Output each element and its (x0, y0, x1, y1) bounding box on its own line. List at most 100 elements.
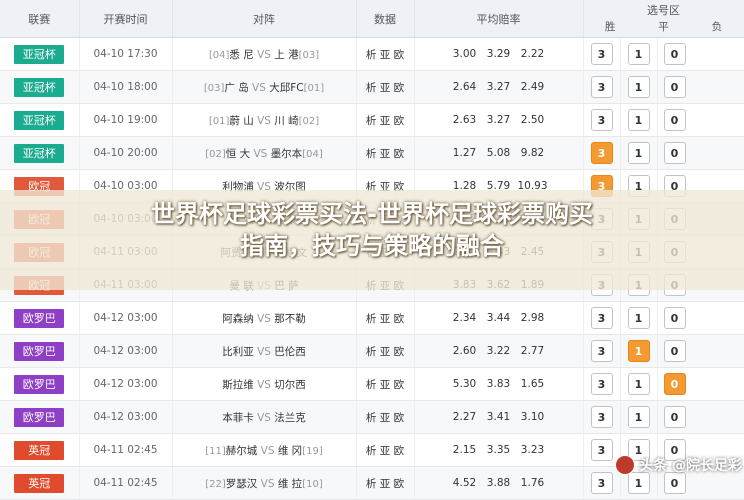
home-team[interactable]: 蔚 山 (229, 115, 253, 127)
away-team[interactable]: 川 崎 (274, 115, 298, 127)
vs-label: VS (257, 312, 271, 325)
data-links[interactable]: 析 亚 欧 (356, 70, 415, 104)
odds-win: 3.00 (452, 48, 477, 60)
select-loss-button[interactable]: 0 (663, 340, 686, 362)
match-pair: [04]悉 尼 VS 上 港[03] (172, 37, 357, 71)
away-team[interactable]: 法兰克 (274, 412, 306, 424)
vs-label: VS (260, 444, 275, 457)
away-team[interactable]: 那不勒 (274, 313, 306, 325)
data-links[interactable]: 析 亚 欧 (356, 103, 415, 137)
match-time: 04-10 18:00 (79, 70, 173, 104)
table-row[interactable]: 欧罗巴 04-12 03:00 斯拉维 VS 切尔西析 亚 欧 5.30 3.83 1.6… (0, 367, 744, 401)
table-row[interactable]: 亚冠杯 04-10 18:00 [03]广 岛 VS 大邱FC[01] 析 亚 欧 2.… (0, 70, 744, 104)
avg-odds: 2.60 3.22 2.77 (414, 334, 584, 368)
away-team[interactable]: 维 冈 (278, 445, 302, 457)
odds-win: 2.64 (452, 81, 477, 93)
select-win-button[interactable]: 3 (590, 109, 613, 131)
odds-draw: 3.29 (486, 48, 511, 60)
match-time: 04-11 02:45 (79, 433, 173, 467)
select-draw-button[interactable]: 1 (627, 307, 650, 329)
league-badge[interactable]: 欧罗巴 (14, 374, 65, 394)
select-win-button[interactable]: 3 (590, 76, 613, 98)
watermark-text: 头条 @院长足彩 (639, 458, 742, 474)
league-badge[interactable]: 亚冠杯 (14, 44, 65, 64)
home-team[interactable]: 斯拉维 (222, 379, 254, 391)
home-team[interactable]: 本菲卡 (222, 412, 254, 424)
data-links[interactable]: 析 亚 欧 (356, 334, 415, 368)
select-draw-button[interactable]: 1 (627, 340, 650, 362)
odds-loss: 2.50 (520, 114, 545, 126)
data-links[interactable]: 析 亚 欧 (356, 466, 415, 500)
away-team[interactable]: 上 港 (274, 49, 298, 61)
data-links[interactable]: 析 亚 欧 (356, 37, 415, 71)
select-win-button[interactable]: 3 (590, 406, 613, 428)
table-row[interactable]: 亚冠杯 04-10 17:30 [04]悉 尼 VS 上 港[03] 析 亚 欧 3.0… (0, 37, 744, 71)
away-team[interactable]: 巴伦西 (274, 346, 306, 358)
select-win-button[interactable]: 3 (590, 43, 613, 65)
odds-loss: 1.65 (520, 378, 545, 390)
home-team[interactable]: 广 岛 (224, 82, 248, 94)
select-draw-button[interactable]: 1 (627, 76, 650, 98)
match-pair: [22]罗瑟汉 VS 维 拉[10] (172, 466, 357, 500)
table-row[interactable]: 欧罗巴 04-12 03:00 本菲卡 VS 法兰克析 亚 欧 2.27 3.41 3.1… (0, 400, 744, 434)
away-team[interactable]: 墨尔本 (271, 148, 303, 160)
match-time: 04-12 03:00 (79, 400, 173, 434)
match-time: 04-10 19:00 (79, 103, 173, 137)
match-time: 04-10 20:00 (79, 136, 173, 170)
table-row[interactable]: 亚冠杯 04-10 19:00 [01]蔚 山 VS 川 崎[02] 析 亚 欧 2.6… (0, 103, 744, 137)
data-links[interactable]: 析 亚 欧 (356, 367, 415, 401)
select-loss-button[interactable]: 0 (663, 142, 686, 164)
table-row[interactable]: 欧罗巴 04-12 03:00 比利亚 VS 巴伦西析 亚 欧 2.60 3.22 2.7… (0, 334, 744, 368)
away-team[interactable]: 大邱FC (269, 82, 303, 94)
select-loss-button[interactable]: 0 (663, 373, 686, 395)
select-win-button[interactable]: 3 (590, 439, 613, 461)
home-team[interactable]: 恒 大 (226, 148, 250, 160)
select-win-button[interactable]: 3 (590, 142, 613, 164)
home-team[interactable]: 悉 尼 (229, 49, 253, 61)
league-badge[interactable]: 欧罗巴 (14, 308, 65, 328)
select-draw-button[interactable]: 1 (627, 43, 650, 65)
data-links[interactable]: 析 亚 欧 (356, 433, 415, 467)
league-badge[interactable]: 亚冠杯 (14, 110, 65, 130)
odds-loss: 2.22 (520, 48, 545, 60)
select-draw-button[interactable]: 1 (627, 472, 650, 494)
league-badge[interactable]: 欧罗巴 (14, 341, 65, 361)
table-row[interactable]: 欧罗巴 04-12 03:00 阿森纳 VS 那不勒析 亚 欧 2.34 3.44 2.9… (0, 301, 744, 335)
away-team[interactable]: 切尔西 (274, 379, 306, 391)
home-team[interactable]: 赫尔城 (226, 445, 258, 457)
select-draw-button[interactable]: 1 (627, 109, 650, 131)
home-team[interactable]: 比利亚 (222, 346, 254, 358)
league-badge[interactable]: 亚冠杯 (14, 143, 65, 163)
data-links[interactable]: 析 亚 欧 (356, 136, 415, 170)
select-loss-button[interactable]: 0 (663, 472, 686, 494)
select-loss-button[interactable]: 0 (663, 76, 686, 98)
select-loss-button[interactable]: 0 (663, 307, 686, 329)
away-team[interactable]: 维 拉 (278, 478, 302, 490)
table-row[interactable]: 亚冠杯 04-10 20:00 [02]恒 大 VS 墨尔本[04] 析 亚 欧 1.2… (0, 136, 744, 170)
select-draw-button[interactable]: 1 (627, 406, 650, 428)
select-loss-button[interactable]: 0 (663, 406, 686, 428)
data-links[interactable]: 析 亚 欧 (356, 400, 415, 434)
overlay-title-line2: 指南，技巧与策略的融合 (240, 232, 504, 260)
select-loss-button[interactable]: 0 (663, 109, 686, 131)
header-data: 数据 (356, 0, 415, 38)
select-win-button[interactable]: 3 (590, 472, 613, 494)
away-rank: [04] (302, 148, 323, 160)
data-links[interactable]: 析 亚 欧 (356, 301, 415, 335)
select-win-button[interactable]: 3 (590, 340, 613, 362)
league-badge[interactable]: 欧罗巴 (14, 407, 65, 427)
match-time: 04-12 03:00 (79, 367, 173, 401)
select-draw-button[interactable]: 1 (627, 373, 650, 395)
league-badge[interactable]: 英冠 (14, 473, 65, 493)
league-badge[interactable]: 英冠 (14, 440, 65, 460)
odds-win: 4.52 (452, 477, 477, 489)
home-team[interactable]: 阿森纳 (222, 313, 254, 325)
league-badge[interactable]: 亚冠杯 (14, 77, 65, 97)
select-draw-button[interactable]: 1 (627, 142, 650, 164)
odds-loss: 2.77 (520, 345, 545, 357)
select-loss-button[interactable]: 0 (663, 43, 686, 65)
home-team[interactable]: 罗瑟汉 (226, 478, 258, 490)
avg-odds: 2.15 3.35 3.23 (414, 433, 584, 467)
select-win-button[interactable]: 3 (590, 307, 613, 329)
select-win-button[interactable]: 3 (590, 373, 613, 395)
